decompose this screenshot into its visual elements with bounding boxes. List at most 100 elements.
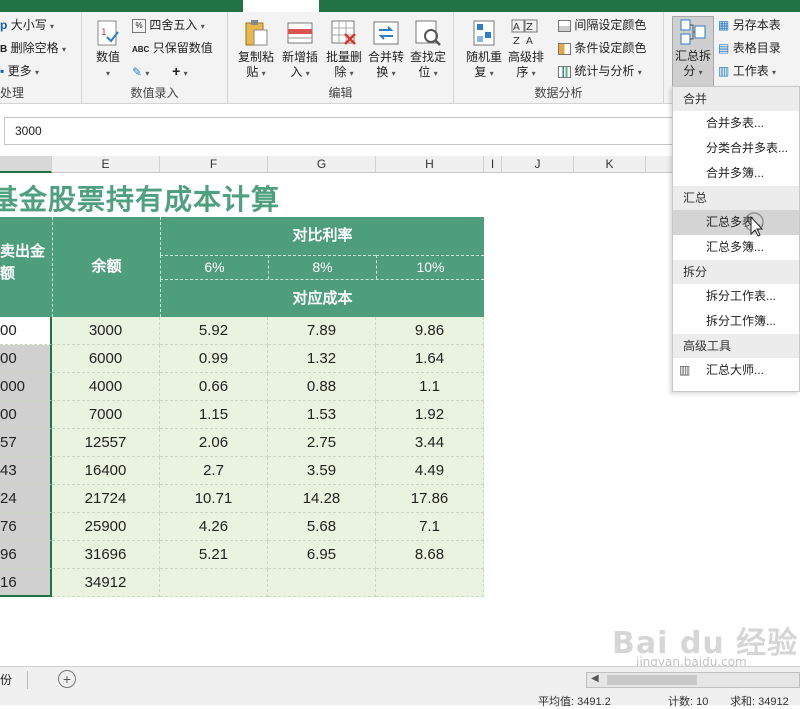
- cell-g-8[interactable]: 5.68: [268, 513, 376, 541]
- col-header-g[interactable]: G: [268, 156, 376, 173]
- scroll-left-icon[interactable]: ◀: [591, 673, 599, 684]
- cell-d-7[interactable]: 24: [0, 485, 52, 513]
- cell-g-5[interactable]: 2.75: [268, 429, 376, 457]
- cell-e-3[interactable]: 4000: [52, 373, 160, 401]
- edit-small-item[interactable]: ✎ ▾ + ▾: [132, 61, 188, 81]
- cell-d-4[interactable]: 00: [0, 401, 52, 429]
- cell-e-2[interactable]: 6000: [52, 345, 160, 373]
- copy-paste-button[interactable]: 复制粘 贴 ▾: [234, 18, 278, 88]
- menu-item-summary-master[interactable]: ▥ 汇总大师...: [673, 358, 799, 383]
- col-header-j[interactable]: J: [502, 156, 574, 173]
- cell-d-1[interactable]: 00: [0, 317, 52, 345]
- cell-h-10[interactable]: [376, 569, 484, 597]
- worksheet-item[interactable]: ▥ 工作表 ▾: [718, 61, 776, 81]
- cell-f-4[interactable]: 1.15: [160, 401, 268, 429]
- header-compare-rate[interactable]: 对比利率: [160, 217, 484, 255]
- cell-f-5[interactable]: 2.06: [160, 429, 268, 457]
- cell-f-9[interactable]: 5.21: [160, 541, 268, 569]
- cell-g-1[interactable]: 7.89: [268, 317, 376, 345]
- uppercase-item[interactable]: p 大小写 ▾: [0, 15, 54, 35]
- statistics-item[interactable]: 统计与分析 ▾: [558, 61, 642, 81]
- menu-item-merge-books[interactable]: 合并多簿...: [673, 161, 799, 186]
- col-header-k[interactable]: K: [574, 156, 646, 173]
- scrollbar-thumb[interactable]: [607, 675, 697, 685]
- cell-h-4[interactable]: 1.92: [376, 401, 484, 429]
- horizontal-scrollbar[interactable]: ◀: [586, 672, 800, 688]
- menu-item-merge-sheets[interactable]: 合并多表...: [673, 111, 799, 136]
- cell-h-2[interactable]: 1.64: [376, 345, 484, 373]
- header-rate-6[interactable]: 6%: [160, 255, 268, 279]
- round-item[interactable]: % 四舍五入 ▾: [132, 15, 205, 35]
- cell-g-4[interactable]: 1.53: [268, 401, 376, 429]
- cell-h-1[interactable]: 9.86: [376, 317, 484, 345]
- cell-d-8[interactable]: 76: [0, 513, 52, 541]
- cell-f-6[interactable]: 2.7: [160, 457, 268, 485]
- menu-item-category-merge[interactable]: 分类合并多表...: [673, 136, 799, 161]
- sheet-title[interactable]: 基金股票持有成本计算: [0, 178, 280, 218]
- keep-value-item[interactable]: ABC 只保留数值: [132, 38, 213, 58]
- table-directory-item[interactable]: ▤ 表格目录: [718, 38, 781, 58]
- formula-input[interactable]: 3000: [4, 117, 674, 145]
- cell-g-6[interactable]: 3.59: [268, 457, 376, 485]
- plus-icon[interactable]: +: [172, 63, 180, 79]
- menu-item-split-book[interactable]: 拆分工作簿...: [673, 309, 799, 334]
- cell-e-7[interactable]: 21724: [52, 485, 160, 513]
- cell-f-1[interactable]: 5.92: [160, 317, 268, 345]
- menu-item-summary-books[interactable]: 汇总多簿...: [673, 235, 799, 260]
- merge-convert-button[interactable]: 合并转 换 ▾: [364, 18, 408, 88]
- col-header-e[interactable]: E: [52, 156, 160, 173]
- summary-split-button[interactable]: 汇总拆 分 ▾: [672, 16, 714, 88]
- advanced-sort-button[interactable]: A Z Z A 高级排 序 ▾: [504, 18, 548, 88]
- find-locate-button[interactable]: 查找定 位 ▾: [406, 18, 450, 88]
- cell-e-5[interactable]: 12557: [52, 429, 160, 457]
- cell-f-7[interactable]: 10.71: [160, 485, 268, 513]
- cell-d-6[interactable]: 43: [0, 457, 52, 485]
- cell-g-9[interactable]: 6.95: [268, 541, 376, 569]
- batch-delete-button[interactable]: 批量删 除 ▾: [322, 18, 366, 88]
- col-header-i[interactable]: I: [484, 156, 502, 173]
- menu-item-summary-sheets[interactable]: 汇总多表...: [673, 210, 799, 237]
- col-header-d[interactable]: [0, 156, 52, 173]
- cell-d-9[interactable]: 96: [0, 541, 52, 569]
- header-balance[interactable]: 余额: [52, 217, 160, 317]
- number-button[interactable]: 1 数值 ▾: [86, 18, 130, 88]
- col-header-f[interactable]: F: [160, 156, 268, 173]
- condition-color-item[interactable]: 条件设定颜色: [558, 38, 646, 58]
- sheet-tab[interactable]: 份: [0, 671, 28, 689]
- insert-button[interactable]: 新增插 入 ▾: [278, 18, 322, 88]
- cell-h-3[interactable]: 1.1: [376, 373, 484, 401]
- cell-g-3[interactable]: 0.88: [268, 373, 376, 401]
- cell-e-4[interactable]: 7000: [52, 401, 160, 429]
- cell-f-2[interactable]: 0.99: [160, 345, 268, 373]
- header-cost[interactable]: 对应成本: [160, 279, 484, 317]
- menu-item-split-sheet[interactable]: 拆分工作表...: [673, 284, 799, 309]
- cell-g-7[interactable]: 14.28: [268, 485, 376, 513]
- cell-g-2[interactable]: 1.32: [268, 345, 376, 373]
- col-header-h[interactable]: H: [376, 156, 484, 173]
- save-sheet-item[interactable]: ▦ 另存本表: [718, 15, 781, 35]
- cell-h-8[interactable]: 7.1: [376, 513, 484, 541]
- cell-d-3[interactable]: 000: [0, 373, 52, 401]
- cell-e-9[interactable]: 31696: [52, 541, 160, 569]
- cell-e-6[interactable]: 16400: [52, 457, 160, 485]
- cell-f-8[interactable]: 4.26: [160, 513, 268, 541]
- cell-e-8[interactable]: 25900: [52, 513, 160, 541]
- cell-e-1[interactable]: 3000: [52, 317, 160, 345]
- cell-h-9[interactable]: 8.68: [376, 541, 484, 569]
- cell-d-5[interactable]: 57: [0, 429, 52, 457]
- header-rate-8[interactable]: 8%: [268, 255, 376, 279]
- cell-g-10[interactable]: [268, 569, 376, 597]
- cell-f-3[interactable]: 0.66: [160, 373, 268, 401]
- cell-h-6[interactable]: 4.49: [376, 457, 484, 485]
- header-sell-amount[interactable]: 卖出金 额: [0, 217, 52, 317]
- tab-selected[interactable]: [243, 0, 319, 12]
- remove-space-item[interactable]: B 删除空格 ▾: [0, 38, 66, 58]
- cell-d-2[interactable]: 00: [0, 345, 52, 373]
- add-sheet-button[interactable]: +: [58, 670, 76, 688]
- header-rate-10[interactable]: 10%: [376, 255, 484, 279]
- interval-color-item[interactable]: 间隔设定颜色: [558, 15, 646, 35]
- more-item[interactable]: ▪ 更多 ▾: [0, 61, 39, 81]
- cell-h-5[interactable]: 3.44: [376, 429, 484, 457]
- random-repeat-button[interactable]: 随机重 复 ▾: [462, 18, 506, 88]
- cell-f-10[interactable]: [160, 569, 268, 597]
